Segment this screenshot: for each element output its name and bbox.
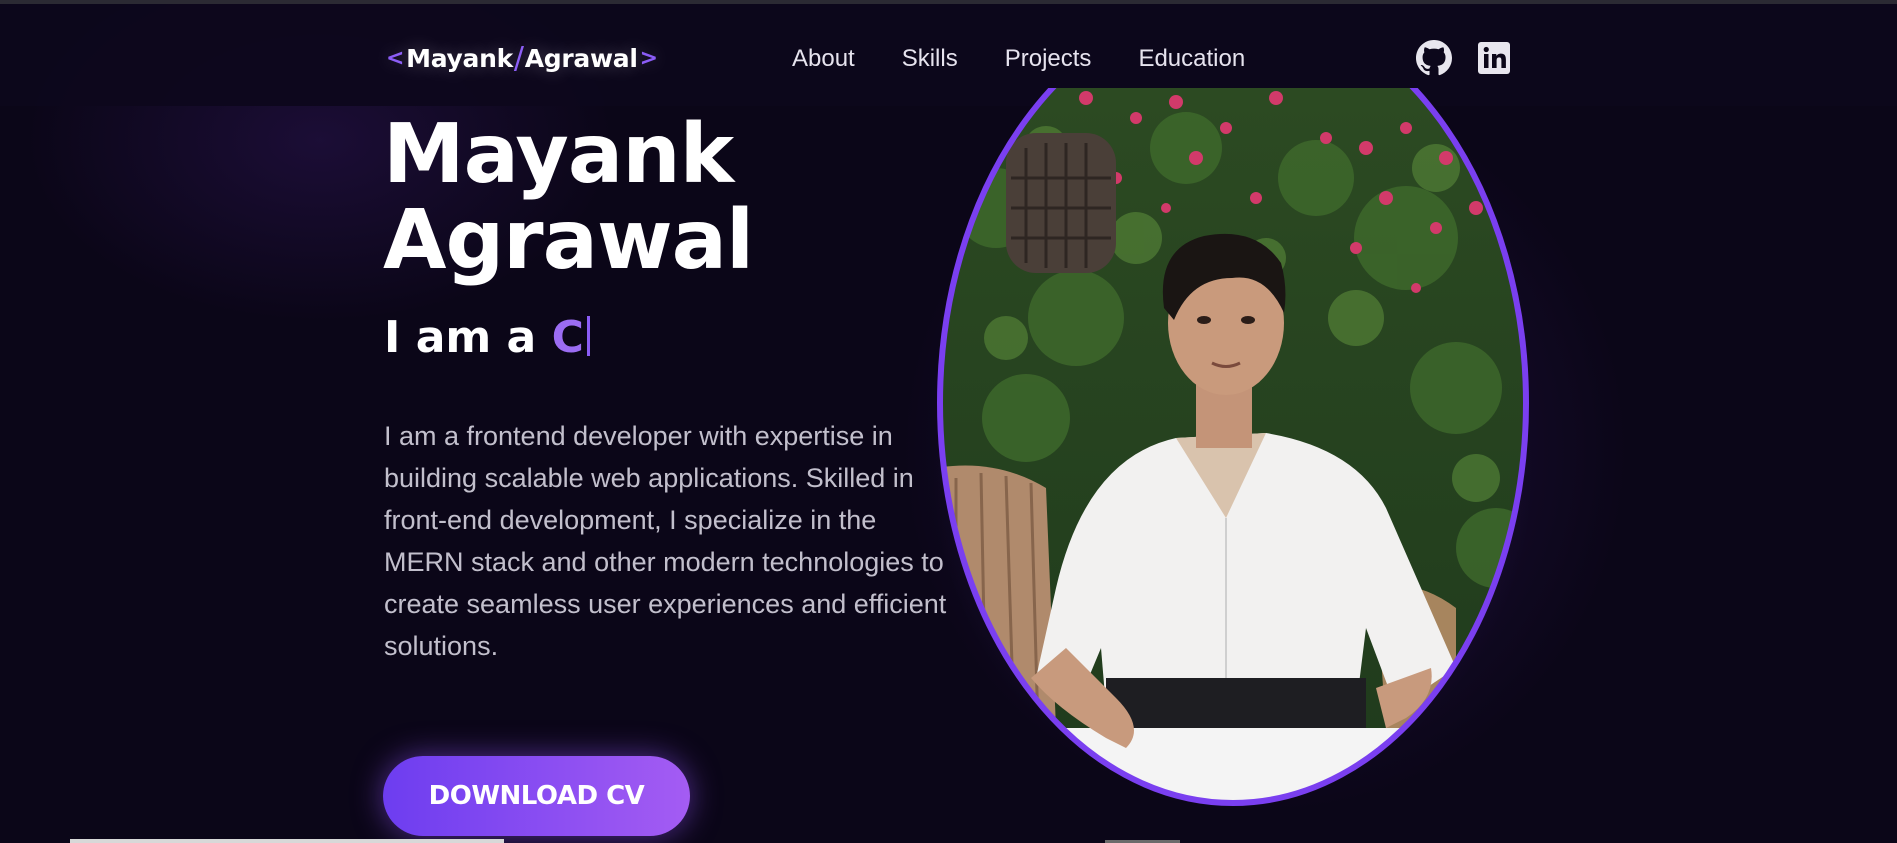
nav-menu: About Skills Projects Education [792, 42, 1292, 76]
hero-name-first: Mayank [383, 107, 734, 202]
logo-open-bracket: < [386, 45, 405, 71]
typed-role: I am a C [384, 312, 590, 364]
nav-link-skills[interactable]: Skills [902, 42, 958, 76]
logo-last-name: Agrawal [524, 43, 638, 73]
typing-cursor [586, 316, 590, 356]
typed-text: C [551, 312, 584, 363]
nav-link-about[interactable]: About [792, 42, 855, 76]
download-cv-button[interactable]: DOWNLOAD CV [383, 756, 690, 836]
hero-name-last: Agrawal [383, 193, 754, 288]
page: < Mayank / Agrawal > About Skills Projec… [0, 0, 1897, 843]
social-links [1416, 40, 1512, 76]
github-icon[interactable] [1416, 40, 1452, 76]
logo-close-bracket: > [639, 45, 658, 71]
taskbar-fragment [70, 839, 504, 843]
logo-first-name: Mayank [406, 43, 513, 73]
hero-name: Mayank Agrawal [383, 112, 943, 284]
linkedin-icon[interactable] [1476, 40, 1512, 76]
profile-photo-image [937, 88, 1529, 806]
site-logo[interactable]: < Mayank / Agrawal > [384, 38, 660, 78]
nav-link-education[interactable]: Education [1138, 42, 1245, 76]
typed-prefix: I am a [384, 312, 537, 363]
hero-description: I am a frontend developer with expertise… [384, 421, 947, 661]
nav-link-projects[interactable]: Projects [1005, 42, 1092, 76]
profile-photo [906, 88, 1560, 828]
logo-slash: / [513, 40, 524, 76]
